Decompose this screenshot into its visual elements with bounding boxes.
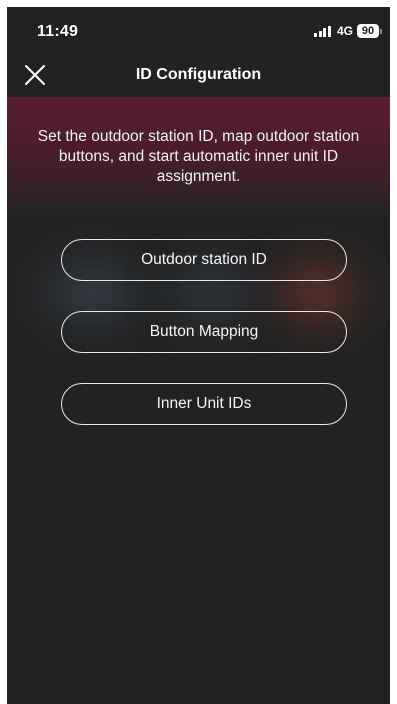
outdoor-station-id-button[interactable]: Outdoor station ID: [61, 239, 347, 281]
signal-icon: [314, 25, 331, 37]
battery-level: 90: [357, 24, 379, 38]
config-menu: Outdoor station ID Button Mapping Inner …: [61, 239, 347, 455]
navigation-bar: ID Configuration: [7, 53, 390, 97]
inner-unit-ids-button[interactable]: Inner Unit IDs: [61, 383, 347, 425]
battery-icon: 90: [357, 24, 382, 38]
app-screen: 11:49 4G 90 ID Configuration Set the out…: [7, 7, 390, 704]
button-mapping-button[interactable]: Button Mapping: [61, 311, 347, 353]
page-title: ID Configuration: [135, 66, 262, 83]
status-time: 11:49: [37, 23, 79, 40]
status-bar: 11:49 4G 90: [7, 7, 390, 53]
network-label: 4G: [336, 24, 353, 38]
info-banner: Set the outdoor station ID, map outdoor …: [7, 97, 390, 217]
banner-description: Set the outdoor station ID, map outdoor …: [37, 128, 360, 185]
status-indicators: 4G 90: [314, 24, 382, 38]
